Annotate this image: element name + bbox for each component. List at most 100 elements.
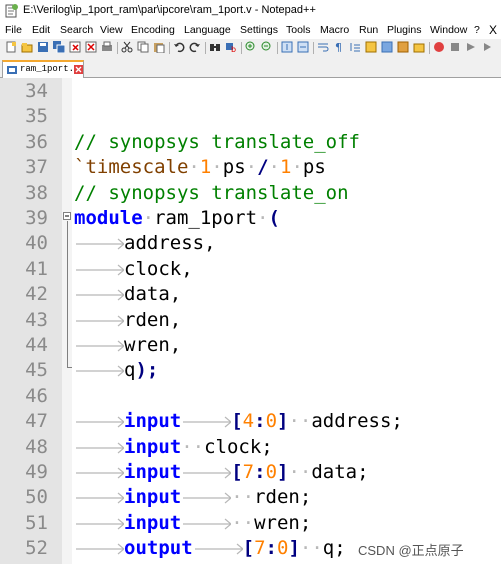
word-wrap-icon[interactable] [317,41,329,53]
code-token: · [188,156,200,179]
close-icon[interactable] [69,41,81,53]
copy-icon[interactable] [137,41,149,53]
tab-arrow-icon [76,442,124,454]
document-map-icon[interactable] [381,41,393,53]
undo-icon[interactable] [173,41,185,53]
line-number: 50 [25,486,48,509]
tab-bar: ram_1port.v [0,58,501,78]
tab-close-icon[interactable] [74,65,83,74]
code-token: // synopsys translate_off [74,130,360,153]
menu-edit[interactable]: Edit [32,24,50,36]
menu-search[interactable]: Search [60,24,93,36]
new-file-icon[interactable] [5,41,17,53]
code-line: `timescale·1·ps·/·1·ps [74,155,326,180]
code-token: [ [242,537,255,560]
code-token: input [124,435,182,458]
menu-tools[interactable]: Tools [286,24,311,36]
zoom-in-icon[interactable] [245,41,257,53]
code-token: rden, [124,308,182,331]
tab-arrow-icon [76,416,124,428]
open-file-icon[interactable] [21,41,33,53]
menu-language[interactable]: Language [184,24,231,36]
code-token: ] [277,410,289,433]
replace-icon[interactable]: b [225,41,237,53]
code-token: 1 [199,156,212,179]
save-icon[interactable] [37,41,49,53]
tab-arrow-icon [76,264,124,276]
menu-plugins[interactable]: Plugins [387,24,421,36]
record-macro-icon[interactable] [449,41,461,53]
code-line: input [4:0]··address; [74,409,403,434]
code-token: data, [124,283,182,306]
code-token: ·· [299,537,323,560]
menu-bar: File Edit Search View Encoding Language … [0,22,501,39]
code-token: / [257,156,269,179]
menu-view[interactable]: View [100,24,123,36]
code-token: : [254,461,266,483]
code-line: address, [74,231,216,256]
print-icon[interactable] [101,41,113,53]
line-number: 46 [25,384,48,407]
menu-window[interactable]: Window [430,24,467,36]
line-number: 47 [25,410,48,433]
code-line: rden, [74,308,181,333]
sync-horizontal-icon[interactable] [297,41,309,53]
show-all-characters-icon[interactable]: ¶ [333,41,345,53]
code-token: : [265,537,277,560]
tab-arrow-icon [183,492,232,504]
tab-arrow-icon [76,467,124,479]
line-number: 51 [25,511,48,534]
zoom-out-icon[interactable] [261,41,273,53]
redo-icon[interactable] [189,41,201,53]
code-token: 4 [242,410,255,433]
code-token: : [254,410,266,433]
line-number: 48 [25,435,48,458]
line-number: 38 [25,181,48,204]
save-all-icon[interactable] [53,41,65,53]
playback-macro-icon[interactable] [481,41,493,53]
cut-icon[interactable] [121,41,133,53]
file-icon [7,66,17,74]
tab-label: ram_1port.v [20,64,80,74]
code-token: q; [322,537,346,560]
fold-collapse-icon[interactable] [63,212,71,220]
line-number: 43 [25,308,48,331]
function-list-icon[interactable] [397,41,409,53]
stop-recording-icon[interactable] [465,41,477,53]
code-token: input [124,511,182,534]
code-line: wren, [74,333,181,358]
menu-macro[interactable]: Macro [320,24,349,36]
monitoring-icon[interactable] [433,41,445,53]
code-line: input··clock; [74,435,273,460]
tab-ram-1port[interactable]: ram_1port.v [2,60,84,78]
line-number: 34 [25,80,48,102]
line-number: 44 [25,334,48,356]
menu-encoding[interactable]: Encoding [131,24,175,36]
menu-help[interactable]: ? [474,24,480,36]
define-language-icon[interactable] [365,41,377,53]
code-token: clock; [204,435,273,458]
code-token: 1 [280,156,292,179]
window-title: E:\Verilog\ip_1port_ram\par\ipcore\ram_1… [23,4,316,16]
menu-settings[interactable]: Settings [240,24,278,36]
code-token: `timescale [74,156,189,179]
tab-arrow-icon [76,340,124,352]
line-number: 45 [25,359,48,382]
close-all-icon[interactable] [85,41,97,53]
code-token: wren, [124,334,182,356]
code-token: · [245,156,258,179]
close-document-button[interactable]: X [489,23,497,37]
menu-file[interactable]: File [5,24,22,36]
code-token: module [74,207,143,229]
tab-arrow-icon [76,518,124,530]
sync-vertical-icon[interactable] [281,41,293,53]
paste-icon[interactable] [153,41,165,53]
folder-as-workspace-icon[interactable] [413,41,425,53]
find-icon[interactable] [209,41,221,53]
code-token: 0 [277,537,289,560]
line-number-gutter: 34 35 36 37 38 39 40 41 42 43 44 45 46 47 48 49 50 51 52 [0,78,62,564]
menu-run[interactable]: Run [359,24,378,36]
code-editor[interactable]: 34 35 36 37 38 39 40 41 42 43 44 45 46 47 48 49 50 51 52 /… [0,78,501,564]
indent-guide-icon[interactable] [349,41,361,53]
code-token: q [124,359,136,382]
